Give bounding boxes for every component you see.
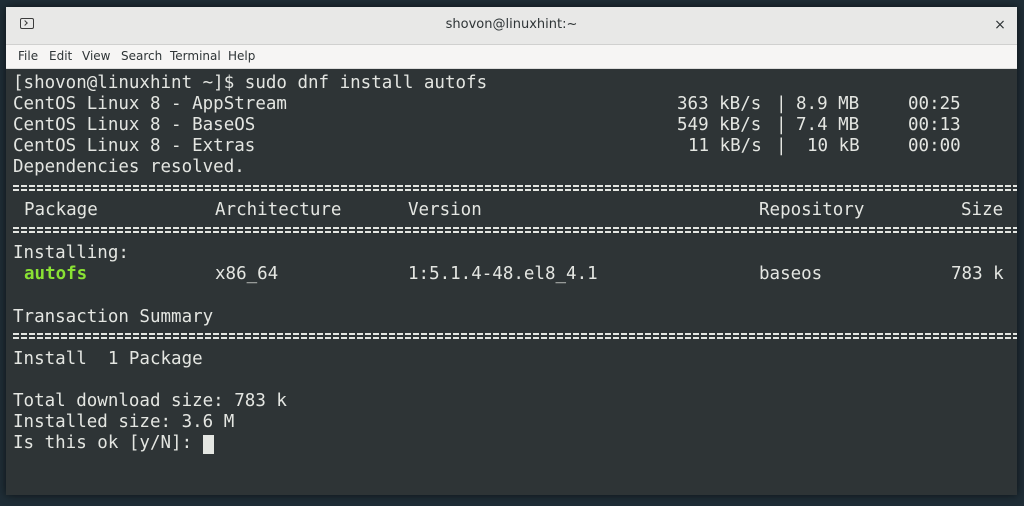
repo-sep: | — [776, 115, 787, 135]
repo-speed: 363 kB/s — [677, 94, 762, 114]
separator — [13, 332, 1017, 341]
menu-view[interactable]: View — [82, 49, 110, 63]
summary-title: Transaction Summary — [13, 307, 214, 327]
header-repo: Repository — [759, 200, 865, 220]
repo-time: 00:00 — [908, 136, 961, 156]
terminal-output[interactable]: [shovon@linuxhint ~]$ sudo dnf install a… — [6, 69, 1017, 495]
header-version: Version — [408, 200, 482, 220]
header-size: Size — [961, 200, 1004, 220]
download-size-line: Total download size: 783 k — [13, 391, 287, 411]
repo-size: 10 kB — [807, 136, 860, 156]
repo-sep: | — [776, 136, 787, 156]
header-arch: Architecture — [215, 200, 342, 220]
package-repo: baseos — [759, 264, 823, 284]
terminal-window: shovon@linuxhint:~ × File Edit View Sear… — [6, 7, 1017, 495]
installing-label: Installing: — [13, 243, 129, 263]
repo-time: 00:13 — [908, 115, 961, 135]
repo-size: 8.9 MB — [796, 94, 860, 114]
prompt-line: [shovon@linuxhint ~]$ sudo dnf install a… — [13, 73, 488, 93]
repo-name: CentOS Linux 8 - AppStream — [13, 94, 287, 114]
repo-speed: 549 kB/s — [677, 115, 762, 135]
menu-edit[interactable]: Edit — [49, 49, 72, 63]
menu-terminal[interactable]: Terminal — [170, 49, 221, 63]
menu-search[interactable]: Search — [121, 49, 162, 63]
repo-size: 7.4 MB — [796, 115, 860, 135]
package-version: 1:5.1.4-48.el8_4.1 — [408, 264, 598, 284]
header-package: Package — [24, 200, 98, 220]
window-title: shovon@linuxhint:~ — [445, 17, 578, 32]
repo-sep: | — [776, 94, 787, 114]
repo-name: CentOS Linux 8 - Extras — [13, 136, 256, 156]
repo-name: CentOS Linux 8 - BaseOS — [13, 115, 256, 135]
confirm-prompt: Is this ok [y/N]: — [13, 433, 203, 453]
menu-help[interactable]: Help — [228, 49, 255, 63]
menu-file[interactable]: File — [18, 49, 38, 63]
separator — [13, 184, 1017, 193]
title-bar[interactable]: shovon@linuxhint:~ × — [6, 7, 1017, 45]
install-count-line: Install 1 Package — [13, 349, 203, 369]
package-name: autofs — [24, 264, 88, 284]
menu-bar: File Edit View Search Terminal Help — [6, 45, 1017, 69]
deps-line: Dependencies resolved. — [13, 157, 245, 177]
package-size: 783 k — [951, 264, 1004, 284]
installed-size-line: Installed size: 3.6 M — [13, 412, 235, 432]
text-cursor — [203, 435, 214, 454]
repo-time: 00:25 — [908, 94, 961, 114]
repo-speed: 11 kB/s — [688, 136, 762, 156]
separator — [13, 226, 1017, 235]
close-icon[interactable]: × — [991, 16, 1009, 34]
package-arch: x86_64 — [215, 264, 279, 284]
